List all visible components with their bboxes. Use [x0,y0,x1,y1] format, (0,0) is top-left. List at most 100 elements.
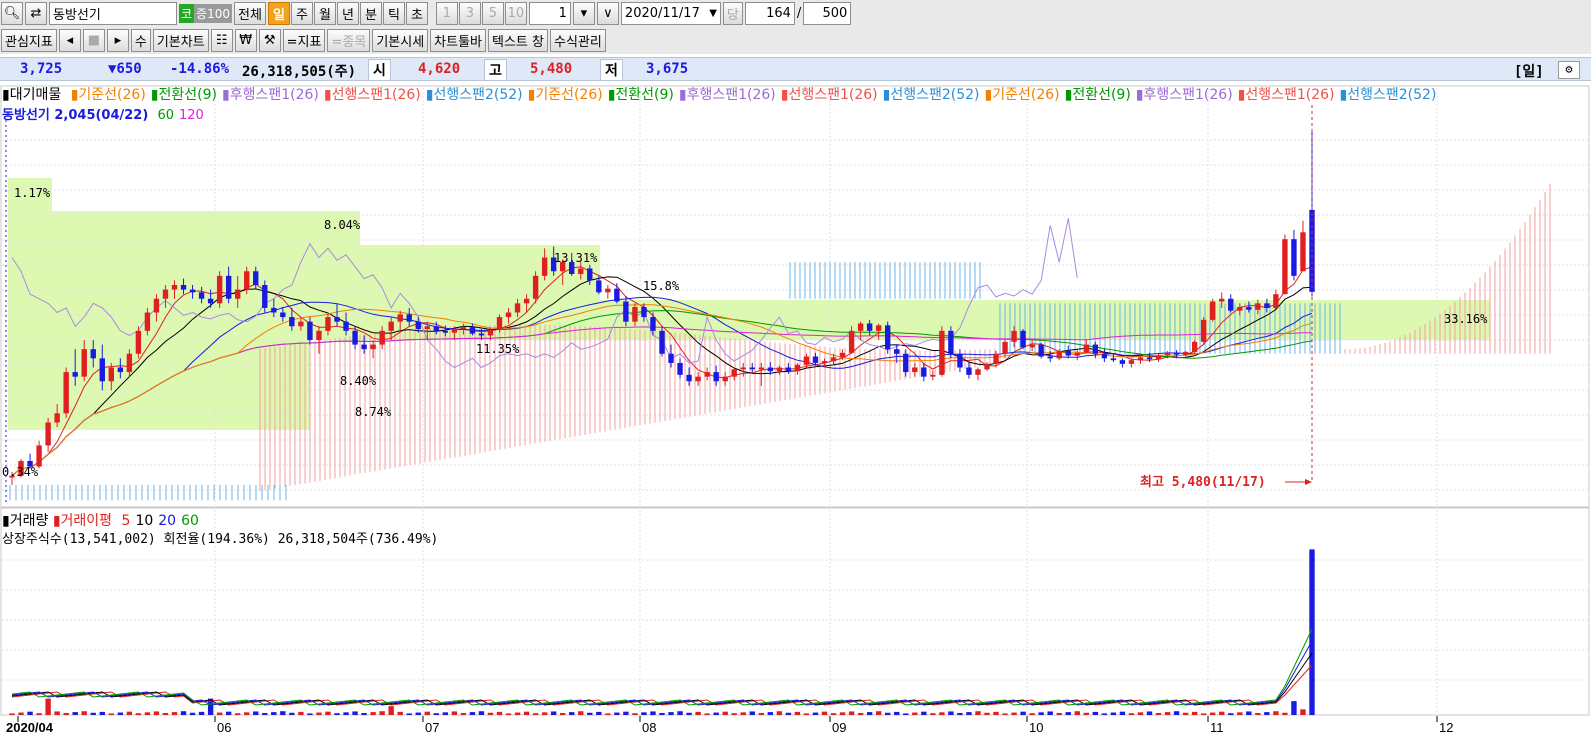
legend-title-text: 대기매물 [9,87,62,103]
volume-bar [894,711,900,715]
candle-body [298,321,304,327]
month-label-0: 2020/04 [6,720,54,735]
volume-bar [885,712,891,715]
candle-body [45,422,51,446]
volume-bar [632,713,638,715]
high-marker-arrowhead [1305,479,1312,485]
candle-body [1038,344,1044,357]
candle-body [839,352,846,358]
volume-bar [1092,711,1099,715]
volume-bar [1219,711,1225,715]
candle-body [81,349,87,377]
legend-item-14: ▮선행스팬2(52) [1339,87,1437,103]
volume-bar [984,712,990,715]
ma-legend: 동방선기 2,045(04/22) 60 120 [2,104,204,123]
volume-bar [523,711,530,715]
candle-body [126,353,133,373]
candle-body [72,372,78,377]
volume-bar [99,711,105,715]
stock-chart[interactable]: 2020/04 06 07 08 09 10 11 12 1.17% 8.04% 13.31% 11.… [0,0,1591,747]
candle-body [316,330,322,340]
volume-bar [993,711,999,715]
volume-bar [578,711,584,715]
candle-body [388,321,394,331]
mid-label: 15.8% [643,279,680,293]
volume-bar [740,712,746,715]
volume-bar [1200,713,1207,715]
volume-bar [812,712,819,715]
candle-body [623,301,629,322]
legend-item-1: ▮전환선(9) [150,87,217,103]
candle-body [334,317,340,322]
candle-body [478,333,485,336]
volume-bar [433,713,439,715]
volume-bar [451,711,458,715]
candle-body [903,353,909,373]
volume-bar [81,711,87,715]
candle-body [433,326,439,331]
volume-bar [180,711,187,715]
volume-bar [1246,711,1252,715]
volume-bar [948,711,954,715]
supply-zone-2 [8,245,600,300]
volume-bar [72,712,78,715]
volume-bar [388,706,394,715]
volume-bar [939,712,945,715]
volume-bar [334,713,340,715]
ma-item-1: 120 [179,108,204,123]
volume-bar [560,712,566,715]
volume-bar [45,698,51,715]
volume-bar [1191,711,1198,715]
volume-ma-title-text: 거래이평 [60,513,113,529]
volume-bar [1101,713,1108,715]
candle-body [216,275,223,304]
candle-body [1002,341,1008,354]
candle-body [1128,360,1135,364]
volume-legend: ▮거래량 ▮거래이평 5 10 20 60 [2,510,199,530]
candle-body [244,271,250,290]
volume-bar [1074,711,1080,715]
volume-bar [235,713,241,715]
candle-body [63,372,69,414]
candle-body [1029,344,1035,348]
volume-bar [135,713,142,715]
legend-item-2: ▮후행스팬1(26) [221,87,319,103]
volume-bar [966,712,972,715]
volume-bar [27,711,33,715]
candle-body [379,330,385,345]
volume-bar [1146,711,1153,715]
vol-ma20 [11,640,1313,706]
legend-title: ▮대기매물 [2,87,62,103]
candle-body [1101,353,1108,359]
candle-body [587,268,593,281]
volume-bar [623,711,629,715]
candle-body [749,367,755,370]
volume-bar [1038,712,1044,715]
volume-bar [767,712,774,715]
ma-item-0: 60 [157,108,174,123]
candle-body [614,288,620,302]
supply-zone-label-0: 1.17% [14,186,51,200]
candle-body [1065,351,1071,356]
legend-item-12: ▮후행스팬1(26) [1135,87,1233,103]
volume-bar [415,712,421,715]
candle-body [921,367,927,377]
volume-bar [830,713,837,715]
volume-bar [758,712,764,715]
volume-bar [722,711,728,715]
candle-body [957,353,963,368]
candle-body [541,257,548,276]
candle-body [722,376,728,382]
candle-body [1200,319,1207,342]
month-label-5: 10 [1029,720,1043,735]
candle-body [848,330,855,353]
volume-bar [1182,712,1189,715]
volume-bar [325,711,331,715]
volume-bar [216,712,223,715]
candle-body [460,327,467,329]
candle-body [325,317,331,331]
candle-body [424,326,430,329]
candle-body [803,356,810,365]
month-label-2: 07 [425,720,439,735]
candle-body [1083,344,1089,353]
